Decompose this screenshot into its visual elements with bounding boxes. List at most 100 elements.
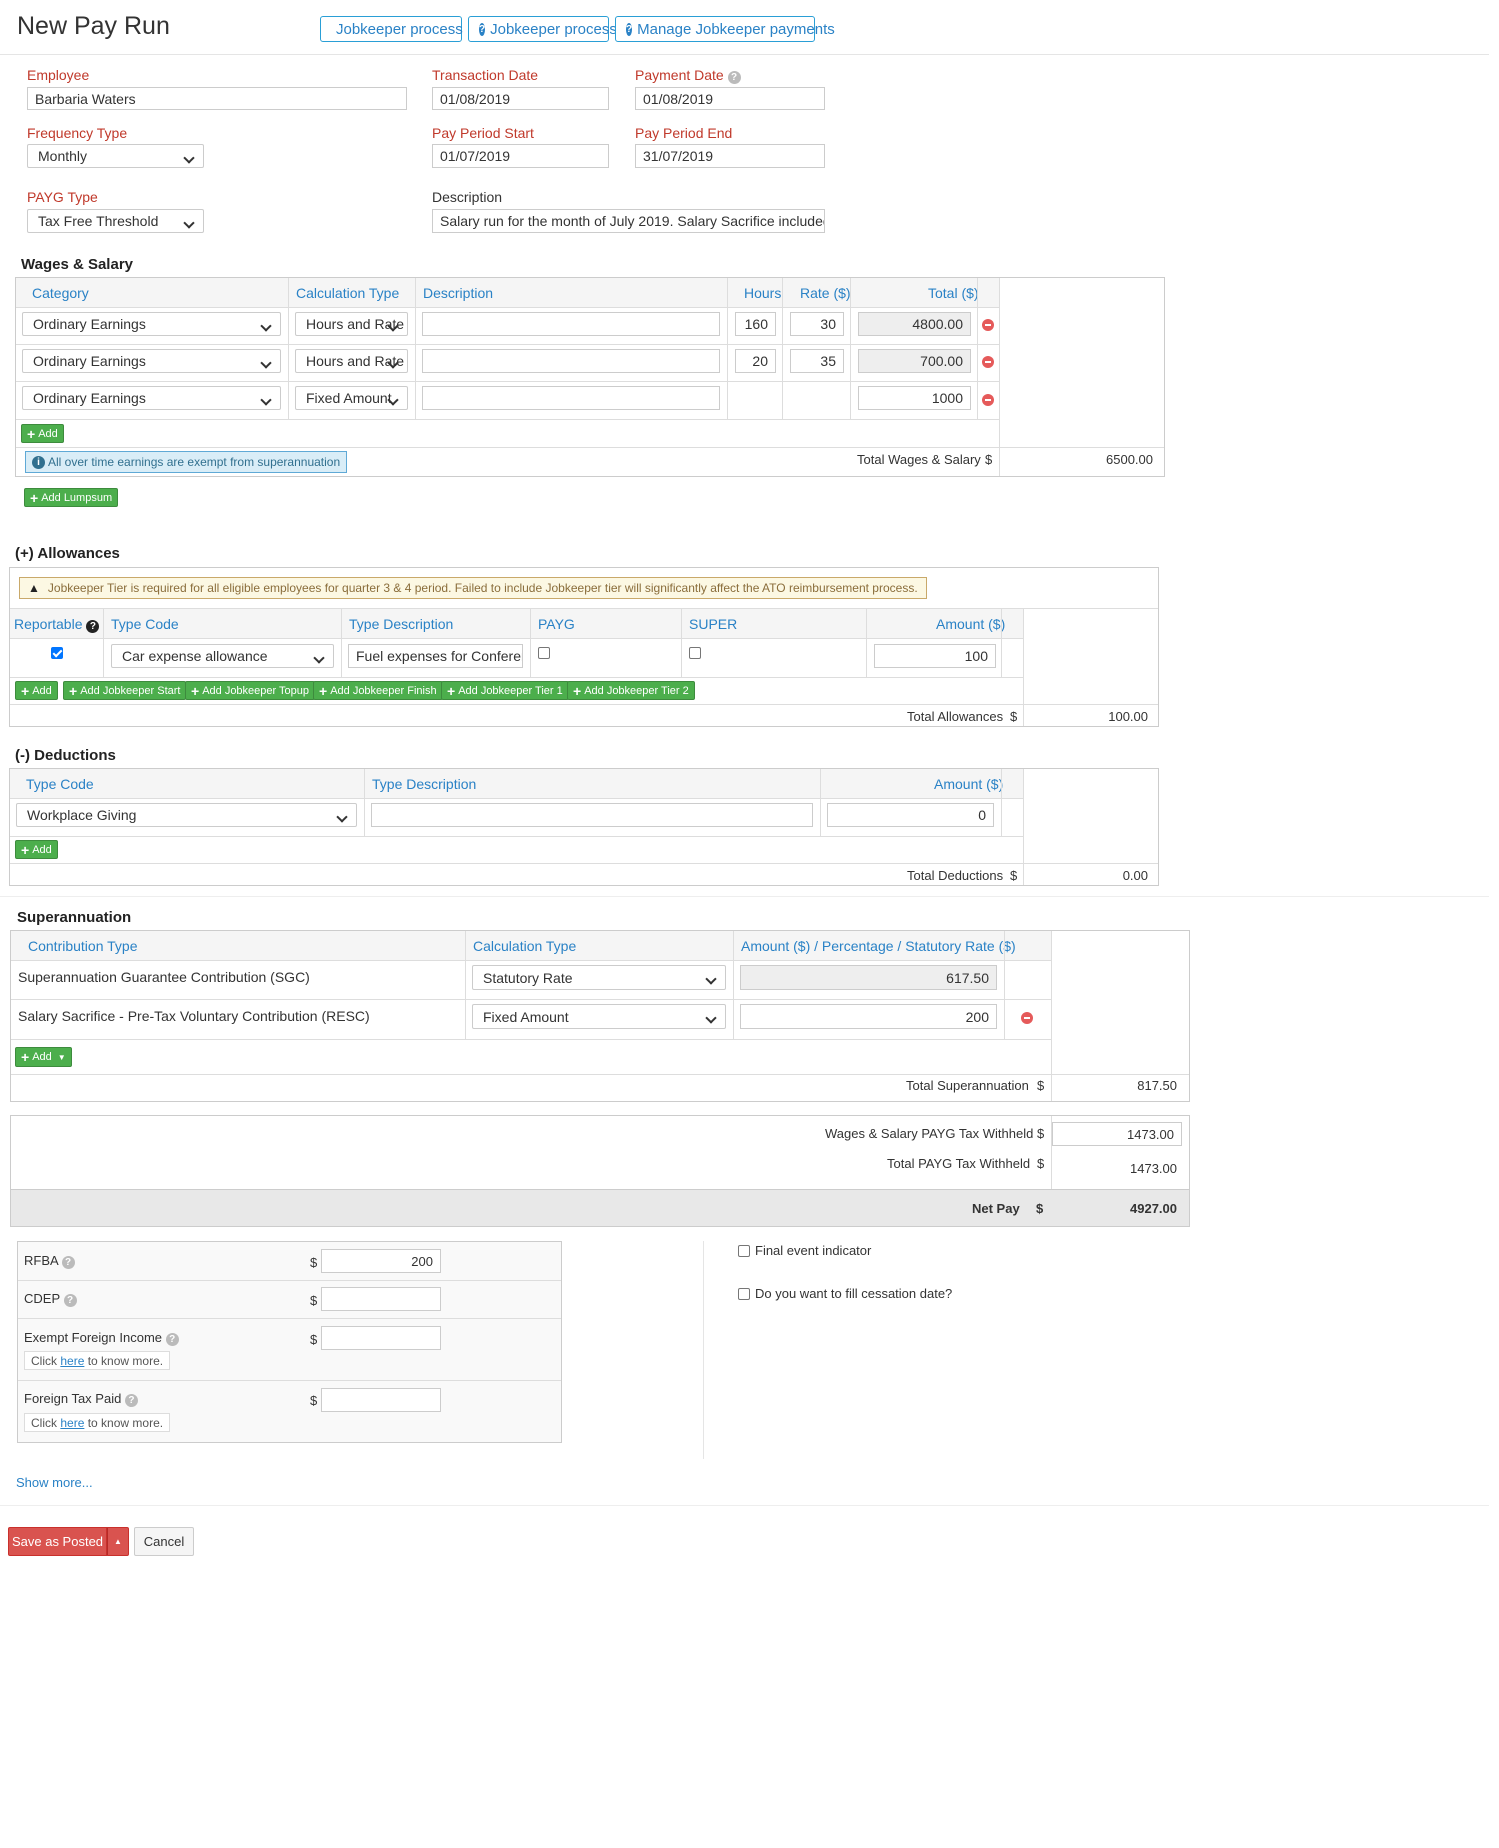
currency-sign: $ [1010,709,1018,724]
super-row-2-calc[interactable]: Fixed Amount [472,1004,726,1029]
currency-sign: $ [1037,1156,1045,1171]
deduction-type-code[interactable]: Workplace Giving [16,803,357,827]
pay-period-end-label: Pay Period End [635,125,733,141]
cessation-date-checkbox[interactable] [738,1288,750,1300]
wages-row-2-calc[interactable]: Hours and Rate [295,349,408,373]
wages-payg-label: Wages & Salary PAYG Tax Withheld [825,1126,1034,1141]
description-label: Description [432,189,503,205]
exempt-foreign-income-input[interactable] [321,1326,441,1350]
wages-row-1-description[interactable] [422,312,720,336]
payment-date-input[interactable]: 01/08/2019 [635,87,825,110]
wages-row-1-calc[interactable]: Hours and Rate [295,312,408,336]
plus-icon: + [21,841,30,858]
wages-add-button[interactable]: + Add [21,424,64,443]
wages-row-1-rate[interactable]: 30 [790,312,844,336]
efi-here-link[interactable]: here [60,1354,84,1368]
description-input[interactable]: Salary run for the month of July 2019. S… [432,209,825,233]
add-jobkeeper-tier2-button[interactable]: + Add Jobkeeper Tier 2 [567,681,695,700]
wages-row-2-description[interactable] [422,349,720,373]
payg-checkbox[interactable] [538,647,550,659]
wages-section-title: Wages & Salary [21,256,133,273]
add-jobkeeper-start-button[interactable]: + Add Jobkeeper Start [63,681,187,700]
allowance-amount[interactable]: 100 [874,644,996,668]
deduction-amount[interactable]: 0 [827,803,994,827]
pay-period-start-label: Pay Period Start [432,125,534,141]
col-amount-percentage: Amount ($) / Percentage / Statutory Rate… [741,938,1016,954]
help-icon[interactable]: ? [124,1394,138,1407]
rfba-input[interactable]: 200 [321,1249,441,1273]
total-wages-value: 6500.00 [1106,452,1153,467]
deductions-section-title: (-) Deductions [15,747,116,764]
cdep-input[interactable] [321,1287,441,1311]
save-options-caret-icon[interactable]: ▲ [107,1527,129,1556]
wages-row-3-total[interactable]: 1000 [858,386,971,410]
remove-icon[interactable] [982,394,994,406]
wages-row-2-rate[interactable]: 35 [790,349,844,373]
wages-header [16,278,999,308]
super-row-1-calc[interactable]: Statutory Rate [472,965,726,990]
jobkeeper-video-button[interactable]: Jobkeeper process [320,16,463,42]
foreign-tax-paid-input[interactable] [321,1388,441,1412]
final-event-label: Final event indicator [755,1243,872,1258]
reportable-checkbox[interactable] [51,647,63,659]
allowance-add-button[interactable]: + Add [15,681,58,700]
question-icon[interactable]: ? [86,620,100,633]
frequency-select[interactable]: Monthly [27,144,204,168]
help-icon[interactable]: ? [63,1294,77,1307]
add-jobkeeper-finish-button[interactable]: + Add Jobkeeper Finish [313,681,443,700]
wages-row-1-hours[interactable]: 160 [735,312,776,336]
warning-icon: ▲ [28,581,40,595]
wages-row-2-category[interactable]: Ordinary Earnings [22,349,281,373]
ftp-here-link[interactable]: here [60,1416,84,1430]
help-icon[interactable]: ? [165,1333,179,1346]
caret-down-icon: ▼ [57,1052,66,1062]
super-row-1-amount: 617.50 [740,965,997,990]
currency-sign: $ [310,1393,318,1408]
super-row-2-amount[interactable]: 200 [740,1004,997,1029]
total-deductions-value: 0.00 [1122,868,1148,883]
cancel-button[interactable]: Cancel [134,1527,194,1556]
add-lumpsum-button[interactable]: + Add Lumpsum [24,488,119,507]
show-more-link[interactable]: Show more... [16,1475,93,1490]
add-jobkeeper-tier1-button[interactable]: + Add Jobkeeper Tier 1 [441,681,569,700]
jobkeeper-help-button[interactable]: ? Jobkeeper process [468,16,617,42]
manage-jobkeeper-button[interactable]: ? Manage Jobkeeper payments [615,16,835,42]
remove-icon[interactable] [1021,1012,1033,1024]
wages-row-3-category[interactable]: Ordinary Earnings [22,386,281,410]
currency-sign: $ [1036,1201,1044,1216]
remove-icon[interactable] [982,356,994,368]
pay-period-start-input[interactable]: 01/07/2019 [432,144,609,168]
transaction-date-input[interactable]: 01/08/2019 [432,87,609,110]
remove-icon[interactable] [982,319,994,331]
col-category: Category [32,285,89,301]
total-super-label: Total Superannuation [906,1078,1029,1093]
wages-payg-input[interactable]: 1473.00 [1052,1122,1182,1146]
employee-input[interactable]: Barbaria Waters [27,87,407,110]
col-calc-type: Calculation Type [296,285,400,301]
payg-type-label: PAYG Type [27,189,98,205]
wages-row-2-hours[interactable]: 20 [735,349,776,373]
payg-type-select[interactable]: Tax Free Threshold [27,209,204,233]
deductions-header [10,769,1023,799]
add-jobkeeper-topup-button[interactable]: + Add Jobkeeper Topup [185,681,316,700]
deduction-type-description[interactable] [371,803,813,827]
wages-row-1-category[interactable]: Ordinary Earnings [22,312,281,336]
allowances-section-title: (+) Allowances [15,545,120,562]
col-type-description: Type Description [349,616,454,632]
page-title: New Pay Run [17,12,170,40]
pay-period-end-input[interactable]: 31/07/2019 [635,144,825,168]
super-add-dropdown-button[interactable]: + Add ▼ [15,1047,72,1067]
help-icon[interactable]: ? [61,1256,75,1269]
question-icon: ? [479,22,486,36]
wages-row-3-description[interactable] [422,386,720,410]
allowance-type-code[interactable]: Car expense allowance [111,644,334,668]
wages-row-3-calc[interactable]: Fixed Amount [295,386,408,410]
final-event-checkbox[interactable] [738,1245,750,1257]
allowance-type-description[interactable]: Fuel expenses for Conference [348,644,523,668]
super-checkbox[interactable] [689,647,701,659]
wages-row-2-total: 700.00 [858,349,971,373]
question-icon: ? [626,22,633,36]
help-icon[interactable]: ? [727,71,741,84]
save-as-posted-button[interactable]: Save as Posted [8,1527,107,1556]
deduction-add-button[interactable]: + Add [15,840,58,859]
